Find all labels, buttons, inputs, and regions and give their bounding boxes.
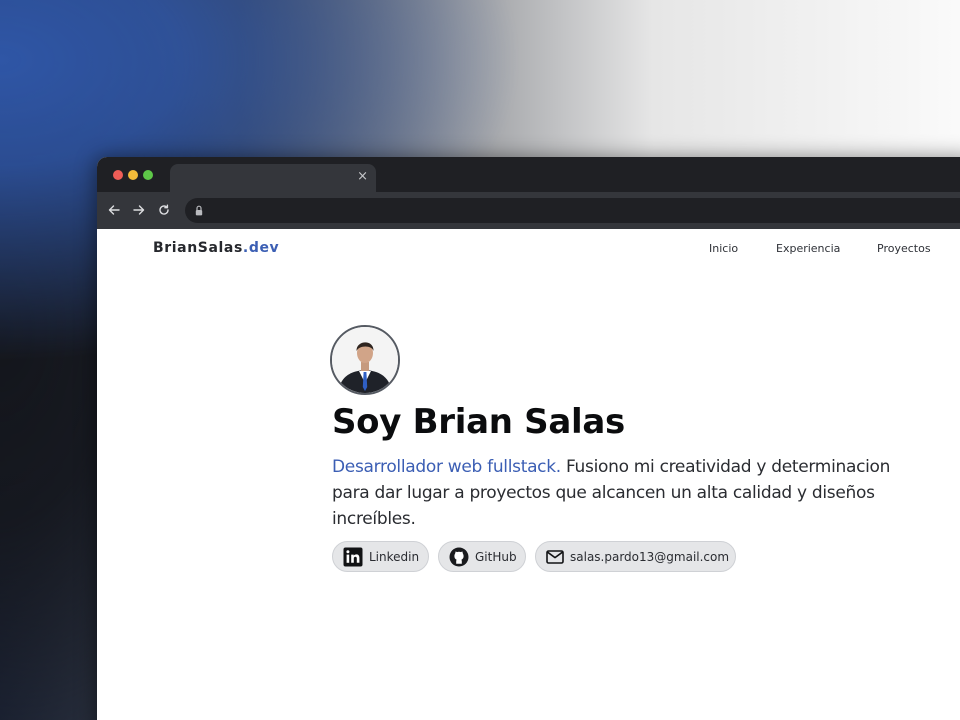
nav-link-proyectos[interactable]: Proyectos (877, 242, 931, 255)
linkedin-button[interactable]: Linkedin (332, 541, 429, 572)
lock-icon (195, 205, 203, 216)
email-button[interactable]: salas.pardo13@gmail.com (535, 541, 736, 572)
github-button[interactable]: GitHub (438, 541, 526, 572)
page-title: Soy Brian Salas (332, 402, 625, 442)
logo-name: BrianSalas (153, 240, 243, 256)
back-button[interactable] (105, 201, 123, 219)
nav-link-experiencia[interactable]: Experiencia (776, 242, 840, 255)
site-logo[interactable]: BrianSalas.dev (153, 240, 279, 256)
browser-tab[interactable]: × (170, 164, 376, 192)
arrow-right-icon (133, 205, 145, 215)
maximize-window-button[interactable] (143, 170, 153, 180)
tab-close-icon[interactable]: × (357, 170, 368, 184)
browser-titlebar: × (97, 157, 960, 192)
github-label: GitHub (475, 549, 517, 564)
github-icon (449, 547, 469, 566)
linkedin-icon (343, 547, 363, 566)
intro-text: Desarrollador web fullstack. Fusiono mi … (332, 454, 932, 532)
reload-button[interactable] (155, 201, 173, 219)
avatar (330, 325, 400, 395)
web-page: BrianSalas.dev Inicio Experiencia Proyec… (97, 229, 960, 720)
social-links: Linkedin GitHub salas.pardo13@gmail.com (332, 541, 736, 572)
profile-photo (332, 327, 398, 393)
arrow-left-icon (108, 205, 120, 215)
browser-toolbar (97, 192, 960, 229)
address-bar[interactable] (185, 198, 960, 223)
nav-link-inicio[interactable]: Inicio (709, 242, 738, 255)
reload-icon (159, 204, 169, 215)
email-label: salas.pardo13@gmail.com (570, 549, 730, 564)
logo-tld: .dev (242, 240, 280, 256)
close-window-button[interactable] (113, 170, 123, 180)
minimize-window-button[interactable] (128, 170, 138, 180)
linkedin-label: Linkedin (369, 549, 420, 564)
browser-window: × BrianSalas.dev Inicio Experiencia Proy… (97, 157, 960, 720)
role-text: Desarrollador web fullstack. (332, 457, 561, 477)
mail-icon (546, 549, 564, 564)
forward-button[interactable] (130, 201, 148, 219)
